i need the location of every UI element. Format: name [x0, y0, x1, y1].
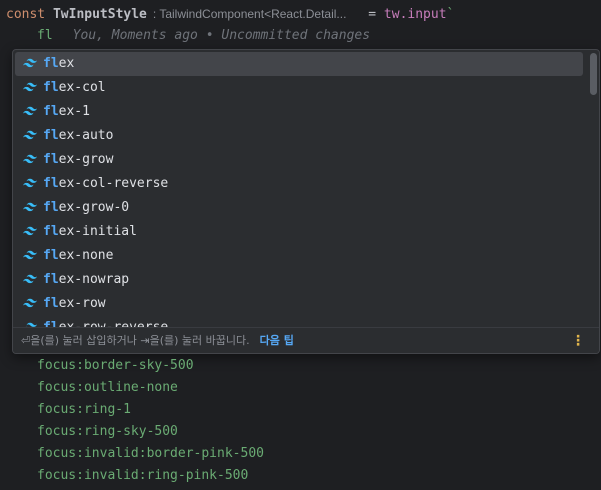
completion-item[interactable]: flex-initial	[13, 220, 599, 244]
completion-rest: ex-col	[58, 80, 106, 95]
completion-item[interactable]: flex-grow-0	[13, 196, 599, 220]
completion-rest: ex-grow-0	[58, 200, 130, 215]
code-line-current: fl You, Moments ago • Uncommitted changes	[37, 25, 370, 47]
tailwind-icon	[23, 130, 37, 140]
completion-item[interactable]: flex	[15, 52, 583, 76]
more-options-icon[interactable]: ⋮	[571, 328, 585, 353]
completion-rest: ex-nowrap	[58, 272, 130, 287]
class-string-line: focus:ring-1	[37, 402, 131, 417]
completion-match: fl	[43, 56, 59, 71]
completion-item[interactable]: flex-row	[13, 292, 599, 316]
completion-rest: ex-grow	[58, 152, 114, 167]
completion-match: fl	[43, 176, 59, 191]
git-blame-annotation: You, Moments ago • Uncommitted changes	[72, 28, 371, 43]
completion-rest: ex	[58, 56, 75, 71]
completion-rest: ex-initial	[58, 224, 137, 239]
completion-list[interactable]: flex flex-col flex-1 flex-auto flex-grow flex…	[13, 50, 599, 327]
completion-rest: ex-col-reverse	[58, 176, 169, 191]
completion-rest: ex-none	[58, 248, 114, 263]
tailwind-icon	[23, 82, 37, 92]
completion-item[interactable]: flex-col-reverse	[13, 172, 599, 196]
completion-match: fl	[43, 224, 59, 239]
class-string-line: focus:invalid:ring-pink-500	[37, 468, 249, 483]
code-line-declaration: const TwInputStyle : TailwindComponent<Re…	[6, 3, 454, 25]
footer-hint: ⏎을(를) 눌러 삽입하거나 ⇥을(를) 눌러 바꿉니다.	[21, 334, 250, 347]
completion-rest: ex-auto	[58, 128, 114, 143]
completion-match: fl	[43, 80, 59, 95]
completion-match: fl	[43, 248, 59, 263]
type-inlay-hint: : TailwindComponent<React.Detail...	[152, 7, 347, 21]
completion-rest: ex-1	[58, 104, 90, 119]
completion-rest: ex-row	[58, 296, 106, 311]
code-editor[interactable]: const TwInputStyle : TailwindComponent<Re…	[0, 0, 601, 490]
completion-item[interactable]: flex-row-reverse	[13, 316, 599, 327]
completion-match: fl	[43, 320, 59, 327]
completion-item[interactable]: flex-1	[13, 100, 599, 124]
component-identifier: TwInputStyle	[52, 7, 147, 22]
tailwind-icon	[23, 226, 37, 236]
template-backtick: `	[446, 7, 455, 22]
typed-text: fl	[37, 28, 53, 43]
tailwind-icon	[23, 106, 37, 116]
const-keyword: const	[6, 7, 46, 22]
completion-match: fl	[43, 200, 59, 215]
completion-rest: ex-row-reverse	[59, 320, 169, 327]
class-string-line: focus:outline-none	[37, 380, 178, 395]
tailwind-icon	[23, 178, 37, 188]
tailwind-icon	[23, 202, 37, 212]
tw-input-expression: tw.input	[383, 7, 447, 22]
tailwind-icon	[23, 298, 37, 308]
next-tip-link[interactable]: 다음 팁	[260, 334, 294, 347]
class-string-line: focus:ring-sky-500	[37, 424, 178, 439]
class-string-line: focus:border-sky-500	[37, 358, 194, 373]
autocomplete-popup[interactable]: flex flex-col flex-1 flex-auto flex-grow flex…	[12, 49, 600, 354]
completion-match: fl	[43, 128, 59, 143]
completion-item[interactable]: flex-auto	[13, 124, 599, 148]
completion-item[interactable]: flex-grow	[13, 148, 599, 172]
tailwind-icon	[23, 58, 37, 68]
tailwind-icon	[23, 274, 37, 284]
completion-match: fl	[43, 296, 59, 311]
assign-operator: =	[368, 7, 377, 22]
tailwind-icon	[23, 154, 37, 164]
completion-match: fl	[43, 104, 59, 119]
tailwind-icon	[23, 250, 37, 260]
completion-item[interactable]: flex-nowrap	[13, 268, 599, 292]
completion-item[interactable]: flex-col	[13, 76, 599, 100]
completion-match: fl	[43, 272, 59, 287]
popup-scrollbar[interactable]	[590, 53, 597, 95]
class-string-line: focus:invalid:border-pink-500	[37, 446, 264, 461]
popup-footer: ⏎을(를) 눌러 삽입하거나 ⇥을(를) 눌러 바꿉니다. 다음 팁 ⋮	[13, 327, 599, 353]
completion-match: fl	[43, 152, 59, 167]
completion-item[interactable]: flex-none	[13, 244, 599, 268]
